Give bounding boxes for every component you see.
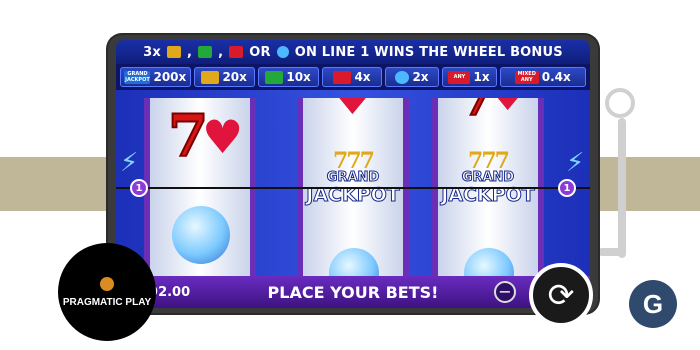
banner-separator: , xyxy=(187,44,193,60)
paytable-cell-blue-gem: 2x xyxy=(385,67,439,87)
paytable-multiplier: 1x xyxy=(473,70,490,84)
red-seven-icon xyxy=(229,46,244,58)
paytable: GRAND JACKPOT 200x 20x 10x 4x 2x ANY 1x … xyxy=(116,64,590,90)
green-seven-icon xyxy=(265,70,284,84)
provider-name: PRAGMATIC PLAY xyxy=(62,296,152,308)
green-seven-icon xyxy=(198,46,213,58)
blue-gem-symbol xyxy=(172,206,230,264)
crown-icon xyxy=(100,276,114,291)
heart-icon: ♥ xyxy=(488,98,527,121)
grand-jackpot-icon: GRAND JACKPOT xyxy=(124,70,151,84)
paytable-multiplier: 10x xyxy=(286,70,311,84)
lightning-left-icon: ⚡ xyxy=(120,148,139,178)
status-message: PLACE YOUR BETS! xyxy=(267,282,439,302)
heart-icon: ♥ xyxy=(202,110,244,164)
banner-or: OR xyxy=(249,44,271,60)
paytable-cell-grand-jackpot: GRAND JACKPOT 200x xyxy=(120,67,191,87)
red-seven-icon xyxy=(333,70,352,84)
paytable-multiplier: 20x xyxy=(222,70,247,84)
paytable-cell-green-seven: 10x xyxy=(257,67,319,87)
any-label: ANY xyxy=(520,77,533,83)
paytable-cell-mixed-any: MIXED ANY 0.4x xyxy=(499,67,586,87)
site-watermark-badge: G xyxy=(629,280,677,328)
bet-decrease-button[interactable]: − xyxy=(494,281,516,303)
paytable-multiplier: 0.4x xyxy=(541,70,571,84)
reel-area: ⚡ ⚡ 7 ♥ ♥ 777 GRAND JACKPOT 7 ♥ 777 GRAN… xyxy=(116,90,590,276)
lever-knob[interactable] xyxy=(605,88,635,118)
paytable-cell-gold-seven: 20x xyxy=(193,67,255,87)
wheel-bonus-banner: 3x , , OR ON LINE 1 WINS THE WHEEL BONUS xyxy=(116,40,590,64)
lever-rod xyxy=(618,118,626,258)
blue-gem-icon xyxy=(276,46,289,58)
banner-prefix: 3x xyxy=(143,44,161,60)
provider-logo: PRAGMATIC PLAY xyxy=(58,243,156,341)
slot-screen: 3x , , OR ON LINE 1 WINS THE WHEEL BONUS… xyxy=(116,40,590,308)
blue-gem-symbol xyxy=(329,248,379,276)
grand-label: GRAND xyxy=(461,170,515,186)
mixed-any-seven-icon: MIXED ANY xyxy=(514,70,539,84)
spin-button[interactable]: ⟳ xyxy=(529,263,593,327)
blue-gem-symbol xyxy=(464,248,514,276)
payline-marker-left: 1 xyxy=(130,179,148,197)
paytable-multiplier: 200x xyxy=(153,70,187,84)
gold-seven-icon xyxy=(201,70,220,84)
lightning-right-icon: ⚡ xyxy=(566,148,585,178)
payline-1 xyxy=(116,187,590,189)
payline-marker-right: 1 xyxy=(558,179,576,197)
blue-gem-icon xyxy=(395,70,410,84)
heart-icon: ♥ xyxy=(331,98,375,126)
banner-suffix: ON LINE 1 WINS THE WHEEL BONUS xyxy=(294,44,563,60)
bottom-bar: 9,992.00 PLACE YOUR BETS! − xyxy=(116,276,590,308)
grand-label: GRAND xyxy=(326,170,380,186)
banner-separator: , xyxy=(218,44,224,60)
lever-arm xyxy=(598,248,626,256)
paytable-cell-any-seven: ANY 1x xyxy=(441,67,497,87)
gold-seven-icon xyxy=(167,46,181,58)
paytable-cell-red-seven: 4x xyxy=(321,67,383,87)
paytable-multiplier: 2x xyxy=(412,70,429,84)
any-seven-icon: ANY xyxy=(448,70,471,84)
paytable-multiplier: 4x xyxy=(354,70,371,84)
spin-arrows-icon: ⟳ xyxy=(547,276,575,314)
